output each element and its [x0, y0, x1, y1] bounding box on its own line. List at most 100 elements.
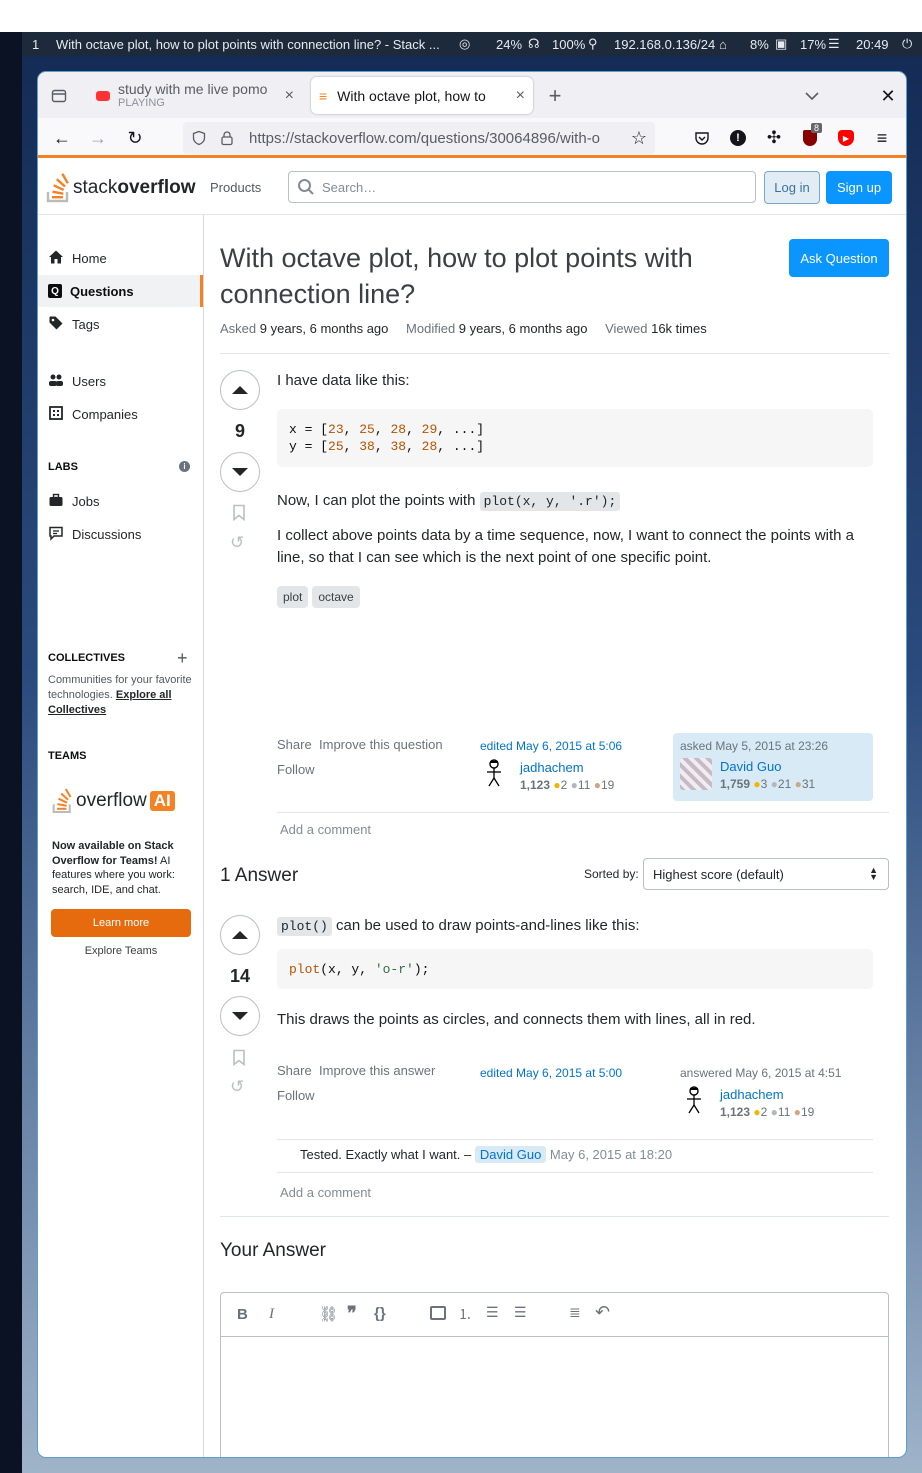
undo-icon[interactable]: ↶ — [595, 1302, 610, 1323]
bold-icon[interactable]: B — [237, 1306, 248, 1323]
tab-stackoverflow[interactable]: ≡ With octave plot, how to × — [311, 77, 533, 114]
asker-card: asked May 5, 2015 at 23:26 David Guo 1,7… — [673, 733, 873, 801]
sidebar-item-home[interactable]: Home — [38, 242, 203, 274]
asker-avatar[interactable] — [680, 758, 712, 790]
sort-value: Highest score (default) — [653, 866, 784, 882]
ask-question-button[interactable]: Ask Question — [789, 239, 889, 277]
sort-select[interactable]: Highest score (default) ▲ ▼ — [643, 858, 889, 890]
close-tab-icon[interactable]: × — [516, 87, 525, 105]
edited-link[interactable]: edited May 6, 2015 at 5:06 — [480, 739, 622, 753]
history-icon[interactable]: ↺ — [230, 1077, 244, 1097]
add-comment-link[interactable]: Add a comment — [280, 822, 371, 837]
sidebar-item-users[interactable]: Users — [38, 365, 203, 397]
bookmark-icon[interactable] — [232, 1049, 246, 1069]
forward-arrow-icon[interactable]: → — [86, 126, 110, 150]
answer-count: 1 Answer — [220, 865, 299, 886]
editor-name[interactable]: jadhachem — [520, 760, 584, 775]
answer-textarea[interactable] — [221, 1338, 888, 1457]
answer-text-detail: This draws the points as circles, and co… — [277, 1011, 756, 1028]
silver-badge-icon: ● — [770, 777, 778, 791]
code-braces-icon[interactable]: {} — [374, 1305, 386, 1322]
cpu-value: 8% — [750, 36, 769, 52]
comment-user[interactable]: David Guo — [474, 1146, 547, 1163]
bookmark-icon[interactable] — [232, 504, 246, 524]
back-arrow-icon[interactable]: ← — [50, 126, 74, 150]
tab-bar: study with me live pomo PLAYING × ≡ With… — [38, 72, 906, 118]
follow-link[interactable]: Follow — [277, 762, 315, 777]
close-window-icon[interactable]: ✕ — [876, 84, 900, 108]
youtube-icon — [96, 90, 110, 101]
login-button[interactable]: Log in — [764, 171, 820, 204]
downvote-button[interactable] — [220, 996, 260, 1036]
editor-toolbar: B I ⛓ ❞ {} ⒈ ☰ ☰ ≣ ↶ — [221, 1293, 888, 1337]
unordered-list-icon[interactable]: ☰ — [486, 1304, 499, 1321]
heading-icon[interactable]: ☰ — [514, 1304, 527, 1321]
sidebar-item-jobs[interactable]: Jobs — [38, 485, 203, 517]
signup-button[interactable]: Sign up — [826, 171, 892, 204]
reload-icon[interactable]: ↻ — [123, 126, 147, 150]
question-tags: plot octave — [277, 586, 877, 608]
logo-text-stack: stack — [73, 177, 118, 198]
battery-value: 100% — [552, 36, 586, 52]
sidebar-item-discussions[interactable]: Discussions — [38, 518, 203, 550]
editor-avatar[interactable] — [483, 758, 505, 791]
clock: 20:49 — [856, 36, 889, 52]
close-tab-icon[interactable]: × — [285, 87, 294, 105]
downvote-button[interactable] — [220, 452, 260, 492]
horizontal-rule-icon[interactable]: ≣ — [569, 1304, 581, 1321]
info-extension-icon[interactable]: ! — [726, 126, 750, 150]
sidebar-item-tags[interactable]: Tags — [38, 308, 203, 340]
tab-overview-icon[interactable] — [48, 85, 70, 107]
question-title[interactable]: With octave plot, how to plot points wit… — [220, 240, 740, 312]
sidebar-item-companies[interactable]: Companies — [38, 398, 203, 430]
improve-answer-link[interactable]: Improve this answer — [319, 1063, 435, 1078]
info-icon[interactable]: i — [179, 461, 190, 472]
silver-badge-icon: ● — [770, 1105, 778, 1119]
answer-code-block: plot(x, y, 'o-r'); — [277, 949, 873, 989]
blockquote-icon[interactable]: ❞ — [347, 1303, 357, 1324]
answer-vote-count: 14 — [229, 966, 251, 986]
tag-plot[interactable]: plot — [277, 586, 309, 608]
ublock-icon[interactable]: 8 — [798, 123, 822, 150]
link-icon[interactable]: ⛓ — [319, 1305, 338, 1323]
stackoverflow-logo[interactable]: stack overflow — [46, 171, 195, 205]
upvote-button[interactable] — [220, 915, 260, 955]
sidebar-item-questions[interactable]: Q Questions — [38, 275, 203, 307]
products-link[interactable]: Products — [210, 180, 261, 195]
extensions-puzzle-icon[interactable]: ✣ — [762, 126, 786, 150]
power-icon[interactable]: ⏻ — [902, 36, 912, 52]
search-input[interactable]: Search… — [288, 171, 756, 203]
learn-more-button[interactable]: Learn more — [51, 909, 191, 937]
answerer-avatar[interactable] — [683, 1085, 705, 1118]
question-text-detail: I collect above points data by a time se… — [277, 527, 855, 566]
share-link[interactable]: Share — [277, 1063, 312, 1078]
ai-badge: AI — [149, 791, 175, 811]
explore-teams-link[interactable]: Explore Teams — [51, 945, 191, 957]
desktop-dock — [0, 32, 22, 1473]
tag-octave[interactable]: octave — [312, 586, 360, 608]
workspace-indicator[interactable]: 1 — [32, 37, 39, 52]
upvote-button[interactable] — [220, 370, 260, 410]
ordered-list-icon[interactable]: ⒈ — [458, 1304, 472, 1324]
add-comment-link[interactable]: Add a comment — [280, 1185, 371, 1200]
chevron-down-icon[interactable] — [800, 84, 824, 108]
answerer-name[interactable]: jadhachem — [720, 1087, 784, 1102]
modified-label: Modified — [406, 321, 456, 336]
improve-question-link[interactable]: Improve this question — [319, 737, 443, 752]
url-bar[interactable]: https://stackoverflow.com/questions/3006… — [183, 122, 655, 154]
plus-icon[interactable]: + — [177, 648, 188, 669]
image-icon[interactable] — [430, 1306, 446, 1320]
hamburger-menu-icon[interactable]: ≡ — [870, 126, 894, 150]
edited-link[interactable]: edited May 6, 2015 at 5:00 — [480, 1066, 622, 1080]
italic-icon[interactable]: I — [269, 1306, 274, 1323]
youtube-extension-icon[interactable]: ▶ — [834, 126, 858, 150]
viewed-label: Viewed — [605, 321, 648, 336]
share-link[interactable]: Share — [277, 737, 312, 752]
follow-link[interactable]: Follow — [277, 1088, 315, 1103]
history-icon[interactable]: ↺ — [230, 533, 244, 553]
bookmark-star-icon[interactable]: ☆ — [631, 128, 647, 149]
tab-youtube[interactable]: study with me live pomo PLAYING × — [88, 77, 302, 114]
new-tab-icon[interactable]: + — [543, 83, 567, 108]
pocket-icon[interactable] — [690, 126, 714, 150]
asker-name[interactable]: David Guo — [720, 759, 781, 774]
